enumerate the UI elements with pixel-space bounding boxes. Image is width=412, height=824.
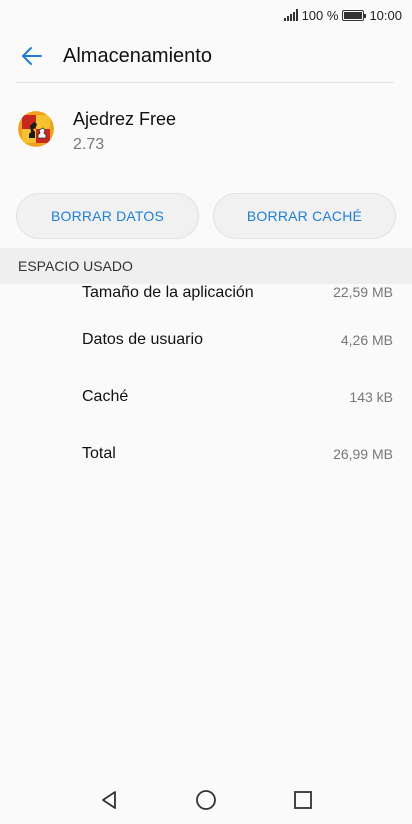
clock: 10:00 xyxy=(369,7,402,23)
row-label: Tamaño de la aplicación xyxy=(82,284,254,301)
list-item: Tamaño de la aplicación 22,59 MB xyxy=(0,284,412,311)
nav-back-button[interactable] xyxy=(89,780,129,820)
storage-screen: 100 % 10:00 Almacenamiento Ajedrez Free xyxy=(0,0,412,824)
clear-cache-button[interactable]: BORRAR CACHÉ xyxy=(213,193,396,239)
row-value: 4,26 MB xyxy=(340,331,393,348)
list-item: Datos de usuario 4,26 MB xyxy=(0,311,412,368)
section-header: ESPACIO USADO xyxy=(0,248,412,284)
app-version: 2.73 xyxy=(73,136,105,153)
row-label: Caché xyxy=(82,387,129,405)
row-value: 26,99 MB xyxy=(333,445,393,462)
signal-icon xyxy=(283,9,298,21)
row-value: 143 kB xyxy=(349,388,393,405)
list-item: Total 26,99 MB xyxy=(0,425,412,482)
back-arrow-icon xyxy=(22,47,42,65)
back-button[interactable] xyxy=(17,41,47,71)
status-bar: 100 % 10:00 xyxy=(0,0,412,30)
app-info: Ajedrez Free 2.73 xyxy=(18,108,176,155)
row-label: Datos de usuario xyxy=(82,330,203,348)
storage-list: Tamaño de la aplicación 22,59 MB Datos d… xyxy=(0,284,412,482)
app-bar: Almacenamiento xyxy=(0,30,412,82)
list-item: Caché 143 kB xyxy=(0,368,412,425)
battery-percent: 100 % xyxy=(301,7,339,23)
nav-recents-button[interactable] xyxy=(283,780,323,820)
nav-back-icon xyxy=(101,791,116,809)
nav-home-icon xyxy=(196,790,216,810)
clear-data-button[interactable]: BORRAR DATOS xyxy=(16,193,199,239)
battery-icon xyxy=(342,9,367,21)
nav-home-button[interactable] xyxy=(186,780,226,820)
divider xyxy=(16,82,394,83)
row-value: 22,59 MB xyxy=(333,284,393,300)
nav-recents-icon xyxy=(294,791,313,809)
navigation-bar xyxy=(0,776,412,824)
page-title: Almacenamiento xyxy=(63,44,212,67)
app-name: Ajedrez Free xyxy=(73,109,177,129)
chess-app-icon xyxy=(18,111,54,147)
row-label: Total xyxy=(82,444,116,462)
